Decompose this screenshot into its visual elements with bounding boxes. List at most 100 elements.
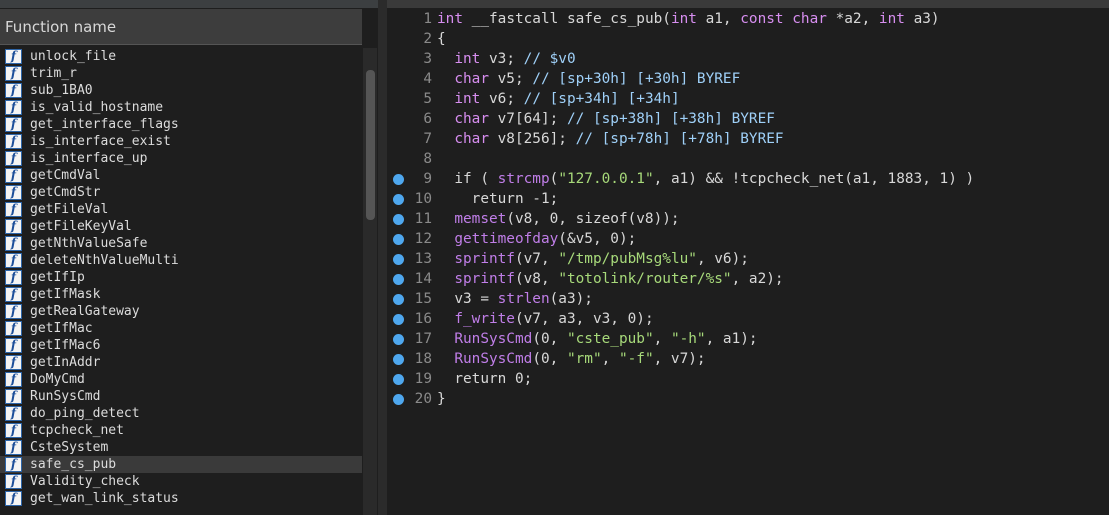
function-name-label: getIfMac6 <box>30 338 101 353</box>
breakpoint-dot-icon[interactable] <box>393 214 404 225</box>
function-list-item[interactable]: f tcpcheck_net <box>0 422 362 439</box>
line-number: 15 <box>414 291 432 307</box>
breakpoint-dot-icon[interactable] <box>393 174 404 185</box>
breakpoint-dot-icon[interactable] <box>393 254 404 265</box>
code-line[interactable]: 5 int v6; // [sp+34h] [+34h] <box>387 89 1109 109</box>
function-list-item[interactable]: f RunSysCmd <box>0 388 362 405</box>
function-icon: f <box>5 219 22 234</box>
code-line[interactable]: 1 int __fastcall safe_cs_pub(int a1, cons… <box>387 9 1109 29</box>
breakpoint-dot-icon[interactable] <box>393 394 404 405</box>
code-text: int v6; // [sp+34h] [+34h] <box>454 91 680 107</box>
code-text: char v7[64]; // [sp+38h] [+38h] BYREF <box>454 111 775 127</box>
function-name-label: RunSysCmd <box>30 389 101 404</box>
function-icon: f <box>5 355 22 370</box>
function-name-column-header[interactable]: Function name <box>0 9 362 45</box>
code-line[interactable]: 9 if ( strcmp("127.0.0.1", a1) && !tcpch… <box>387 169 1109 189</box>
function-list-item[interactable]: f getIfMac6 <box>0 337 362 354</box>
function-list-item[interactable]: f get_interface_flags <box>0 116 362 133</box>
code-line[interactable]: 2{ <box>387 29 1109 49</box>
function-icon: f <box>5 338 22 353</box>
code-text: sprintf(v8, "totolink/router/%s", a2); <box>454 271 784 287</box>
function-name-label: tcpcheck_net <box>30 423 124 438</box>
line-number: 8 <box>423 151 432 167</box>
function-list-item[interactable]: f is_valid_hostname <box>0 99 362 116</box>
function-list-item[interactable]: f getFileVal <box>0 201 362 218</box>
code-line[interactable]: 4 char v5; // [sp+30h] [+30h] BYREF <box>387 69 1109 89</box>
function-list-item[interactable]: f safe_cs_pub <box>0 456 362 473</box>
code-line[interactable]: 8 <box>387 149 1109 169</box>
function-list: f unlock_file f trim_r f sub_1BA0 f is_valid_ho… <box>0 48 362 507</box>
line-number: 18 <box>414 351 432 367</box>
code-line[interactable]: 13 sprintf(v7, "/tmp/pubMsg%lu", v6); <box>387 249 1109 269</box>
function-name-label: deleteNthValueMulti <box>30 253 179 268</box>
function-list-item[interactable]: f is_interface_up <box>0 150 362 167</box>
function-list-item[interactable]: f getRealGateway <box>0 303 362 320</box>
breakpoint-dot-icon[interactable] <box>393 334 404 345</box>
function-icon: f <box>5 270 22 285</box>
function-name-label: getFileVal <box>30 202 109 217</box>
code-line[interactable]: 15 v3 = strlen(a3); <box>387 289 1109 309</box>
function-list-item[interactable]: f getNthValueSafe <box>0 235 362 252</box>
code-line[interactable]: 11 memset(v8, 0, sizeof(v8)); <box>387 209 1109 229</box>
pane-splitter[interactable] <box>378 0 387 515</box>
function-list-item[interactable]: f CsteSystem <box>0 439 362 456</box>
function-list-item[interactable]: f getInAddr <box>0 354 362 371</box>
code-line[interactable]: 6 char v7[64]; // [sp+38h] [+38h] BYREF <box>387 109 1109 129</box>
breakpoint-dot-icon[interactable] <box>393 294 404 305</box>
line-number: 5 <box>423 91 432 107</box>
line-number: 13 <box>414 251 432 267</box>
breakpoint-dot-icon[interactable] <box>393 234 404 245</box>
breakpoint-dot-icon[interactable] <box>393 194 404 205</box>
breakpoint-dot-icon[interactable] <box>393 274 404 285</box>
function-list-item[interactable]: f do_ping_detect <box>0 405 362 422</box>
function-list-item[interactable]: f getIfMask <box>0 286 362 303</box>
function-icon: f <box>5 304 22 319</box>
function-list-item[interactable]: f getIfMac <box>0 320 362 337</box>
function-icon: f <box>5 168 22 183</box>
function-list-item[interactable]: f getCmdStr <box>0 184 362 201</box>
function-list-item[interactable]: f is_interface_exist <box>0 133 362 150</box>
code-line[interactable]: 20} <box>387 389 1109 409</box>
function-list-scroll-thumb[interactable] <box>366 70 375 220</box>
function-icon: f <box>5 389 22 404</box>
breakpoint-dot-icon[interactable] <box>393 314 404 325</box>
function-list-item[interactable]: f Validity_check <box>0 473 362 490</box>
code-line[interactable]: 12 gettimeofday(&v5, 0); <box>387 229 1109 249</box>
function-list-item[interactable]: f getFileKeyVal <box>0 218 362 235</box>
code-line[interactable]: 7 char v8[256]; // [sp+78h] [+78h] BYREF <box>387 129 1109 149</box>
code-line[interactable]: 10 return -1; <box>387 189 1109 209</box>
function-icon: f <box>5 83 22 98</box>
function-icon: f <box>5 491 22 506</box>
code-line[interactable]: 3 int v3; // $v0 <box>387 49 1109 69</box>
function-list-item[interactable]: f unlock_file <box>0 48 362 65</box>
code-text: v3 = strlen(a3); <box>437 291 593 307</box>
code-text: } <box>437 391 446 407</box>
function-list-item[interactable]: f DoMyCmd <box>0 371 362 388</box>
line-number: 10 <box>414 191 432 207</box>
line-number: 6 <box>423 111 432 127</box>
line-number: 17 <box>414 331 432 347</box>
function-name-label: Validity_check <box>30 474 140 489</box>
function-list-item[interactable]: f deleteNthValueMulti <box>0 252 362 269</box>
line-number: 2 <box>423 31 432 47</box>
function-list-item[interactable]: f trim_r <box>0 65 362 82</box>
breakpoint-dot-icon[interactable] <box>393 354 404 365</box>
function-name-label: getNthValueSafe <box>30 236 148 251</box>
function-list-item[interactable]: f sub_1BA0 <box>0 82 362 99</box>
function-list-item[interactable]: f getCmdVal <box>0 167 362 184</box>
code-line[interactable]: 18 RunSysCmd(0, "rm", "-f", v7); <box>387 349 1109 369</box>
function-name-label: get_interface_flags <box>30 117 179 132</box>
code-line[interactable]: 19 return 0; <box>387 369 1109 389</box>
function-icon: f <box>5 474 22 489</box>
function-name-label: CsteSystem <box>30 440 109 455</box>
function-list-item[interactable]: f get_wan_link_status <box>0 490 362 507</box>
breakpoint-dot-icon[interactable] <box>393 374 404 385</box>
functions-pane-titlebar <box>0 0 378 8</box>
function-name-label: is_valid_hostname <box>30 100 164 115</box>
function-icon: f <box>5 372 22 387</box>
code-line[interactable]: 17 RunSysCmd(0, "cste_pub", "-h", a1); <box>387 329 1109 349</box>
code-line[interactable]: 14 sprintf(v8, "totolink/router/%s", a2)… <box>387 269 1109 289</box>
function-list-item[interactable]: f getIfIp <box>0 269 362 286</box>
code-line[interactable]: 16 f_write(v7, a3, v3, 0); <box>387 309 1109 329</box>
pseudocode-view[interactable]: 1 int __fastcall safe_cs_pub(int a1, cons… <box>387 9 1109 515</box>
